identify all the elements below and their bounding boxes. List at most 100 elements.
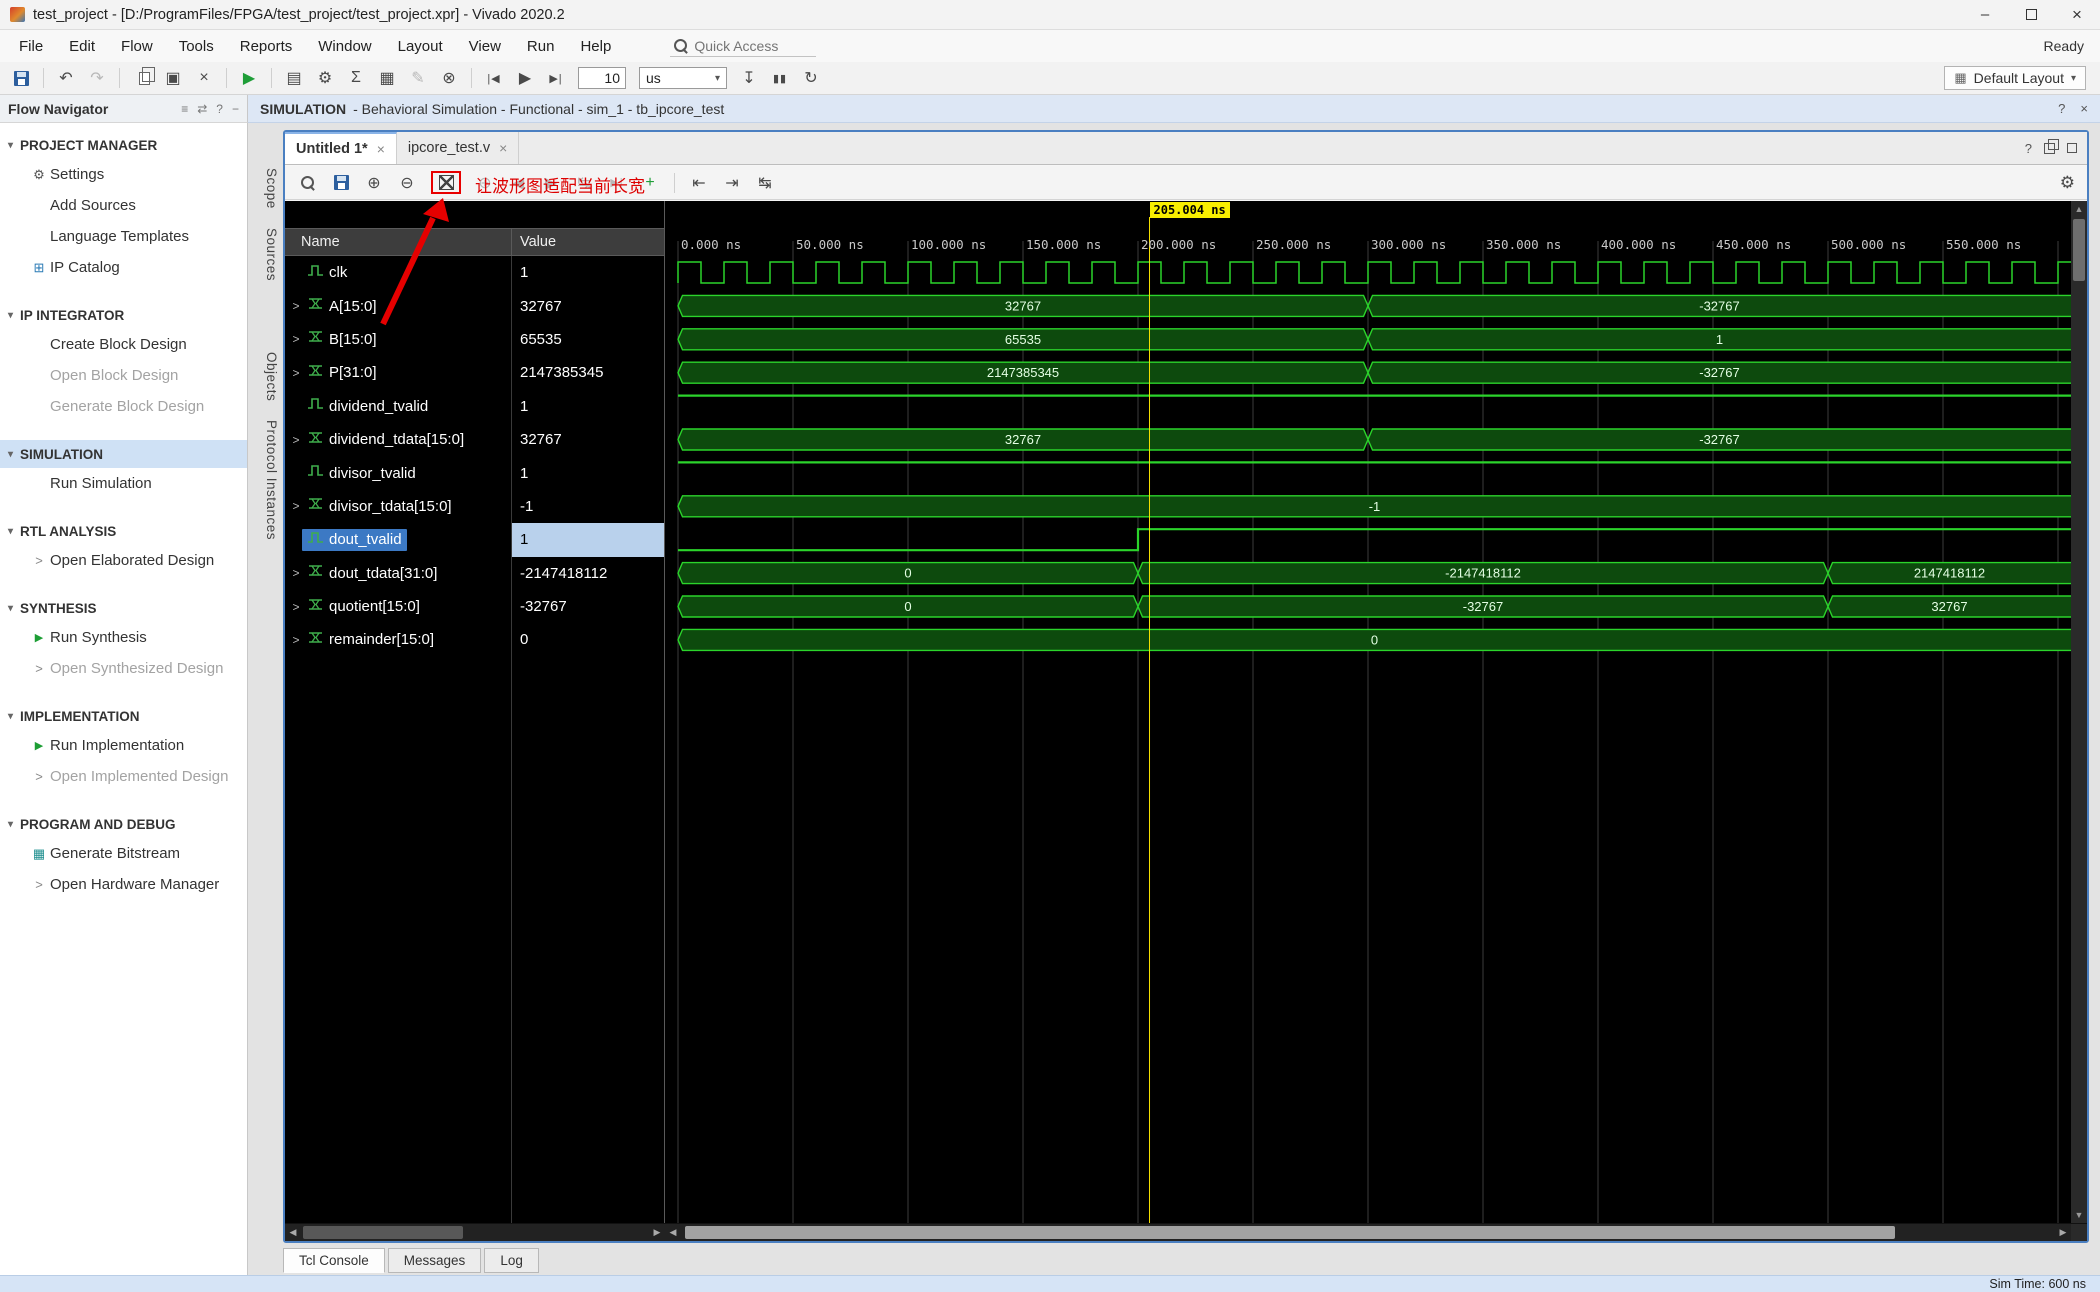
pause-button[interactable]: ▮▮ [771, 72, 789, 85]
run-all-button[interactable]: ▶ [516, 68, 534, 88]
exchange-icon[interactable]: ⇄ [197, 102, 207, 116]
wave-signal-P[31:0][interactable]: 2147385345 -32767 [677, 361, 2071, 384]
flow-item-create-block-design[interactable]: Create Block Design [0, 329, 247, 360]
side-tab-objects[interactable]: Objects [253, 352, 279, 401]
wave-signal-dout_tvalid[interactable] [678, 528, 2071, 552]
wave-signal-A[15:0][interactable]: 32767 -32767 [677, 294, 2071, 318]
signal-value-P[31:0][interactable]: 2147385345 [512, 356, 664, 389]
flow-item-open-synthesized-design[interactable]: > Open Synthesized Design [0, 653, 247, 684]
signal-row-clk[interactable]: clk [285, 256, 511, 289]
signal-row-dout_tdata[31:0][interactable]: > dout_tdata[31:0] [285, 557, 511, 590]
close-icon[interactable]: × [499, 140, 507, 156]
menu-reports[interactable]: Reports [227, 30, 306, 62]
tab-untitled-1[interactable]: Untitled 1* × [285, 132, 397, 164]
dashboard-button[interactable]: ▤ [285, 68, 303, 88]
tab-log[interactable]: Log [484, 1248, 539, 1273]
run-button[interactable]: ▶ [240, 68, 258, 88]
signal-row-A[15:0][interactable]: > A[15:0] [285, 289, 511, 322]
wave-signal-remainder[15:0][interactable]: 0 [677, 628, 2071, 652]
help-icon[interactable]: ? [2058, 101, 2065, 116]
flow-item-run-simulation[interactable]: Run Simulation [0, 468, 247, 499]
maximize-button[interactable] [2008, 0, 2054, 30]
maximize-panel-icon[interactable] [2067, 143, 2077, 153]
signal-value-B[15:0][interactable]: 65535 [512, 323, 664, 356]
scroll-down-icon[interactable]: ▼ [2071, 1207, 2087, 1223]
flow-item-run-implementation[interactable]: ▶ Run Implementation [0, 730, 247, 761]
signal-row-P[31:0][interactable]: > P[31:0] [285, 356, 511, 389]
probe-button[interactable]: ⊗ [440, 68, 458, 88]
flow-section-header[interactable]: ▾ PROGRAM AND DEBUG [0, 810, 247, 838]
chevron-right-icon[interactable]: > [285, 433, 302, 447]
save-project-button[interactable] [12, 70, 30, 86]
redo-button[interactable]: ↷ [88, 68, 106, 88]
signal-value-dividend_tdata[15:0][interactable]: 32767 [512, 423, 664, 456]
signal-row-B[15:0][interactable]: > B[15:0] [285, 323, 511, 356]
flow-item-add-sources[interactable]: Add Sources [0, 190, 247, 221]
menu-edit[interactable]: Edit [56, 30, 108, 62]
wave-settings-gear-icon[interactable]: ⚙ [2060, 173, 2075, 193]
find-button[interactable] [299, 175, 317, 190]
scroll-right-icon[interactable]: ▶ [2055, 1224, 2071, 1241]
help-icon[interactable]: ? [2025, 141, 2032, 156]
flow-section-header[interactable]: ▾ RTL ANALYSIS [0, 517, 247, 545]
signal-row-remainder[15:0][interactable]: > remainder[15:0] [285, 623, 511, 656]
menu-window[interactable]: Window [305, 30, 384, 62]
scroll-up-icon[interactable]: ▲ [2071, 201, 2087, 217]
tab-ipcore-test-v[interactable]: ipcore_test.v × [397, 132, 520, 164]
table-h-scrollbar[interactable]: ◀ ▶ [285, 1224, 665, 1241]
wave-signal-dout_tdata[31:0][interactable]: 0 -2147418112 2147418112 [677, 561, 2071, 585]
paste-button[interactable]: ▣ [164, 68, 182, 88]
next-transition-button[interactable]: ⇥ [723, 173, 741, 193]
menu-help[interactable]: Help [567, 30, 624, 62]
help-icon[interactable]: ? [216, 102, 223, 116]
relaunch-sim-button[interactable]: ↻ [802, 68, 820, 88]
flow-item-generate-block-design[interactable]: Generate Block Design [0, 391, 247, 422]
menu-flow[interactable]: Flow [108, 30, 166, 62]
flow-section-header[interactable]: ▾ PROJECT MANAGER [0, 131, 247, 159]
settings-gear-button[interactable]: ⚙ [316, 68, 334, 88]
wave-h-scrollbar[interactable]: ◀ ▶ [665, 1224, 2071, 1241]
float-window-icon[interactable] [2044, 138, 2059, 154]
zoom-fit-button[interactable] [437, 175, 455, 190]
menu-tools[interactable]: Tools [166, 30, 227, 62]
flow-item-settings[interactable]: ⚙ Settings [0, 159, 247, 190]
wave-signal-B[15:0][interactable]: 65535 1 [677, 328, 2071, 351]
close-button[interactable]: × [2054, 0, 2100, 30]
signal-row-quotient[15:0][interactable]: > quotient[15:0] [285, 590, 511, 623]
scroll-left-icon[interactable]: ◀ [665, 1224, 681, 1241]
swap-cursor-button[interactable]: ↹ [756, 173, 774, 193]
scrollbar-thumb[interactable] [2073, 219, 2085, 281]
run-for-time-button[interactable]: ▶| [547, 72, 565, 85]
flow-item-open-block-design[interactable]: Open Block Design [0, 360, 247, 391]
close-icon[interactable]: × [377, 141, 385, 157]
close-icon[interactable]: × [2080, 101, 2088, 116]
wave-signal-dividend_tdata[15:0][interactable]: 32767 -32767 [677, 428, 2071, 451]
side-tab-protocol-instances[interactable]: Protocol Instances [253, 420, 279, 540]
scrollbar-thumb[interactable] [685, 1226, 1895, 1239]
chevron-right-icon[interactable]: > [285, 366, 302, 380]
flow-section-header[interactable]: ▾ IP INTEGRATOR [0, 301, 247, 329]
chevron-right-icon[interactable]: > [285, 600, 302, 614]
signal-row-dividend_tdata[15:0][interactable]: > dividend_tdata[15:0] [285, 423, 511, 456]
time-unit-select[interactable]: us ▾ [639, 67, 727, 89]
run-time-input[interactable] [578, 67, 626, 89]
restart-sim-button[interactable]: |◀ [485, 72, 503, 85]
minimize-button[interactable]: – [1962, 0, 2008, 30]
signal-row-divisor_tdata[15:0][interactable]: > divisor_tdata[15:0] [285, 490, 511, 523]
signal-value-clk[interactable]: 1 [512, 256, 664, 289]
reorder-icon[interactable]: ≡ [181, 102, 188, 116]
menu-file[interactable]: File [6, 30, 56, 62]
signal-row-divisor_tvalid[interactable]: divisor_tvalid [285, 456, 511, 489]
flow-section-header[interactable]: ▾ SIMULATION [0, 440, 247, 468]
signal-value-quotient[15:0][interactable]: -32767 [512, 590, 664, 623]
menu-run[interactable]: Run [514, 30, 568, 62]
chevron-right-icon[interactable]: > [285, 332, 302, 346]
quick-access-input[interactable] [694, 37, 813, 54]
flow-item-generate-bitstream[interactable]: ▦ Generate Bitstream [0, 838, 247, 869]
chevron-right-icon[interactable]: > [285, 633, 302, 647]
signal-value-dout_tdata[31:0][interactable]: -2147418112 [512, 557, 664, 590]
name-column-header[interactable]: Name [285, 229, 512, 255]
zoom-in-button[interactable]: ⊕ [365, 173, 383, 193]
layout-selector[interactable]: ▦ Default Layout ▾ [1944, 66, 2086, 90]
vertical-scrollbar[interactable]: ▲ ▼ [2071, 201, 2087, 1223]
